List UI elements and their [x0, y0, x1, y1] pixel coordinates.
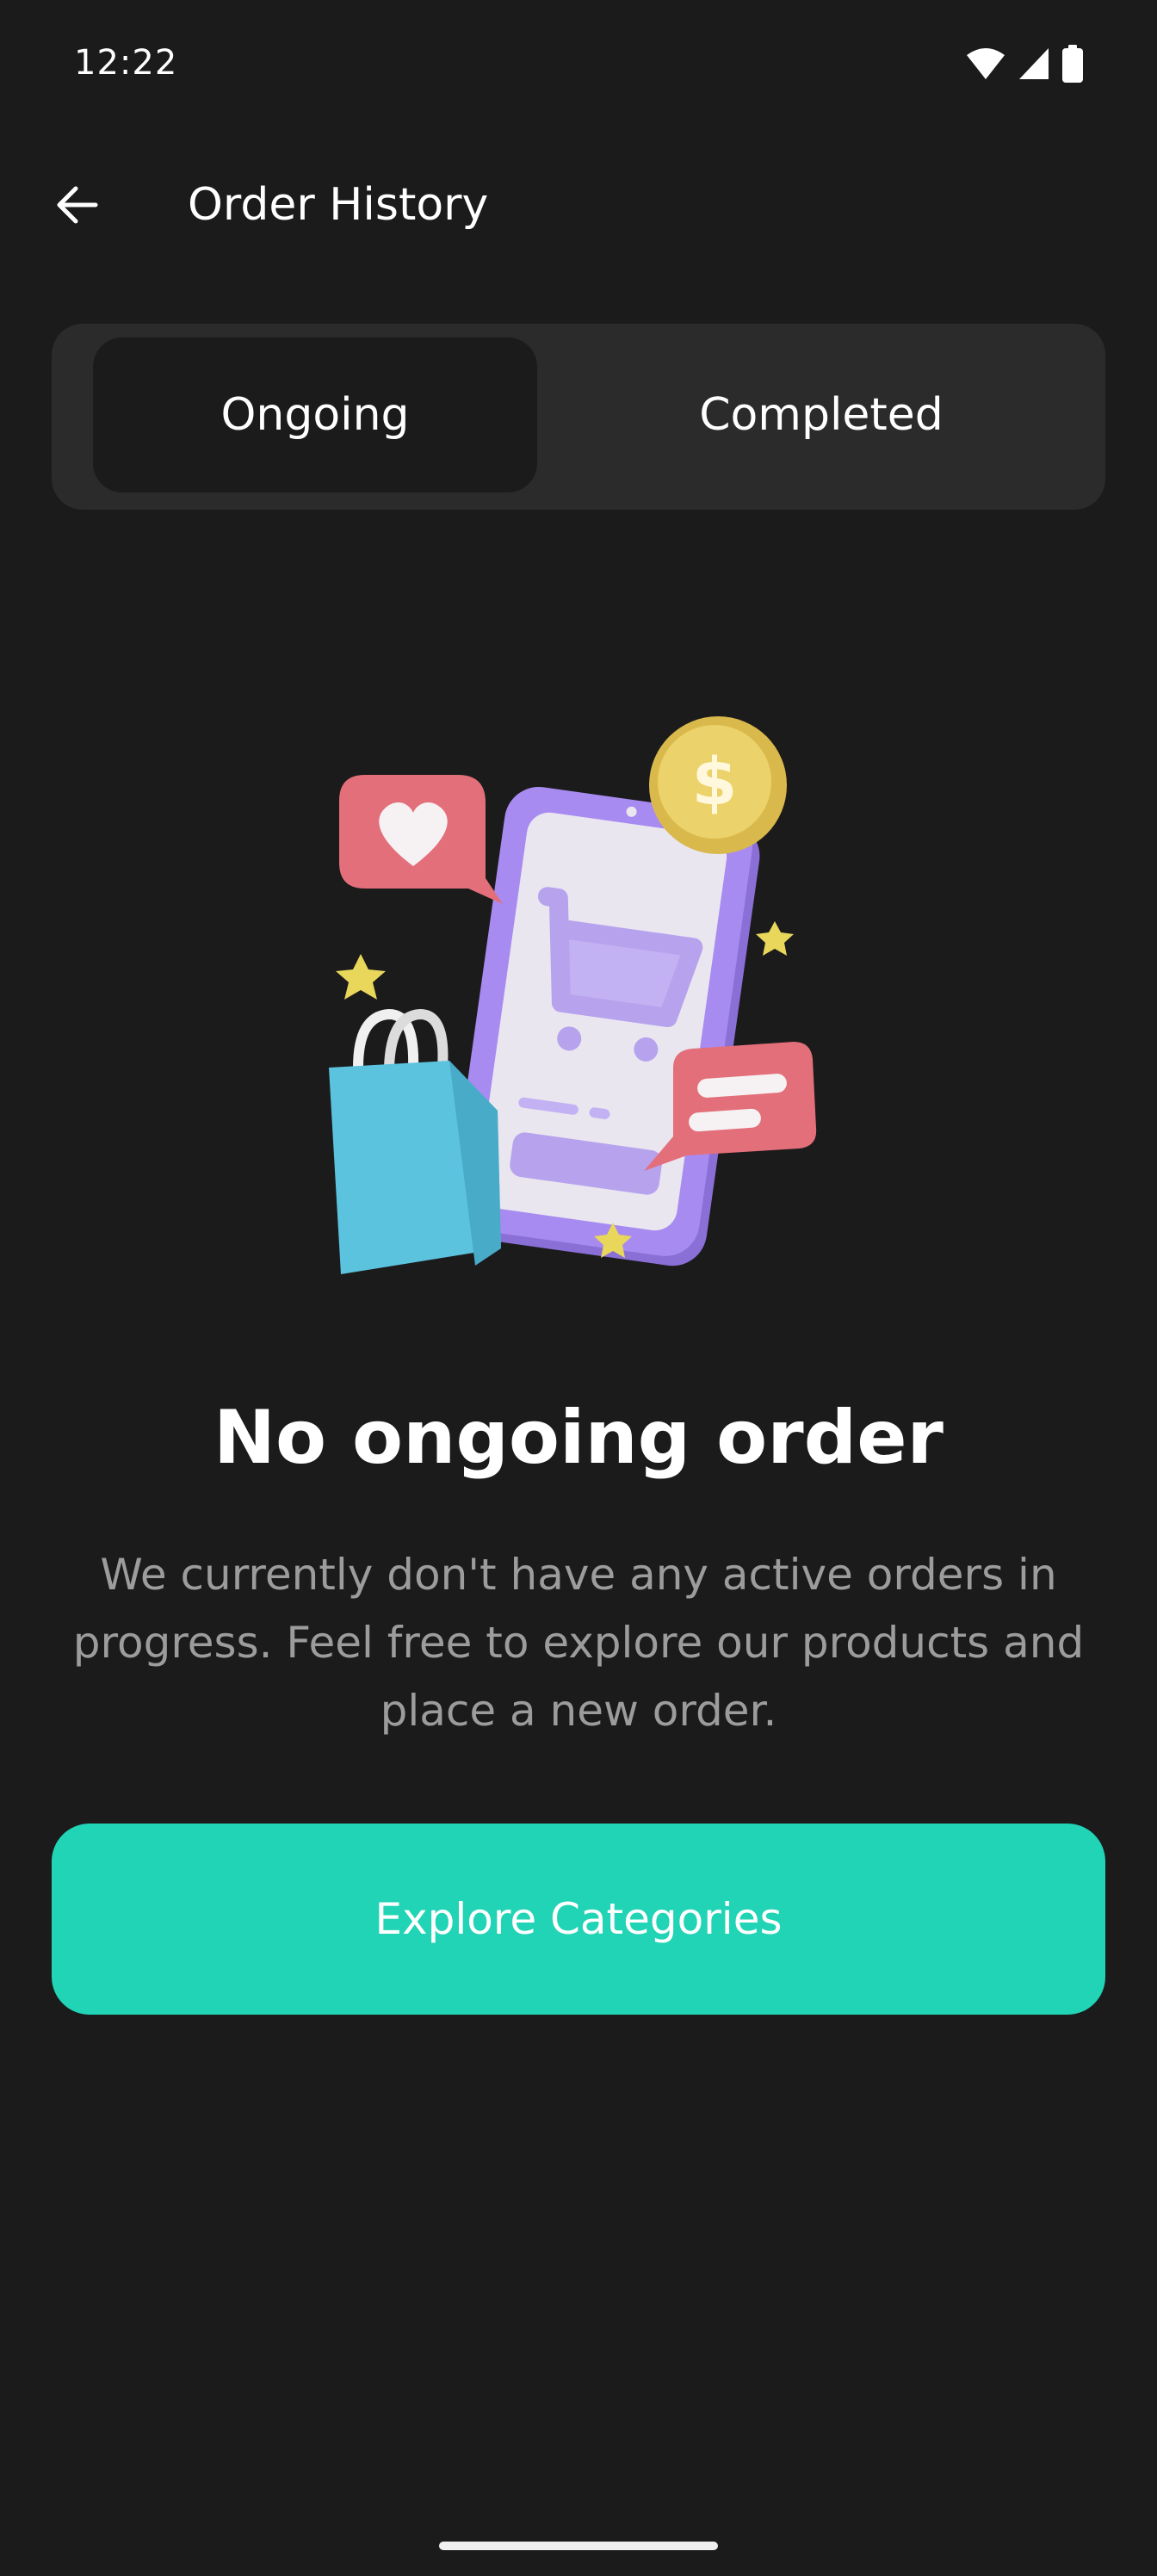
tab-ongoing[interactable]: Ongoing — [93, 337, 537, 492]
status-time: 12:22 — [74, 43, 178, 83]
wifi-icon — [966, 46, 1005, 84]
battery-icon — [1062, 45, 1083, 86]
empty-state-description: We currently don't have any active order… — [72, 1550, 1085, 1736]
arrow-left-icon — [53, 182, 99, 232]
home-indicator[interactable] — [439, 2542, 718, 2550]
status-icons — [966, 45, 1083, 86]
order-history-screen: 12:22 Order History Ongoing Completed $ … — [0, 0, 1157, 2576]
status-bar: 12:22 — [0, 0, 1157, 129]
empty-state-title: No ongoing order — [213, 1395, 944, 1481]
back-button[interactable] — [38, 169, 114, 245]
app-bar: Order History — [0, 155, 1157, 258]
explore-categories-button[interactable]: Explore Categories — [52, 1824, 1105, 2015]
signal-icon — [1018, 46, 1050, 84]
page-title: Order History — [188, 179, 489, 231]
tab-completed[interactable]: Completed — [578, 337, 1064, 492]
order-status-tabs: Ongoing Completed — [52, 324, 1105, 510]
svg-text:$: $ — [692, 743, 738, 820]
shopping-phone-illustration: $ — [303, 706, 837, 1291]
